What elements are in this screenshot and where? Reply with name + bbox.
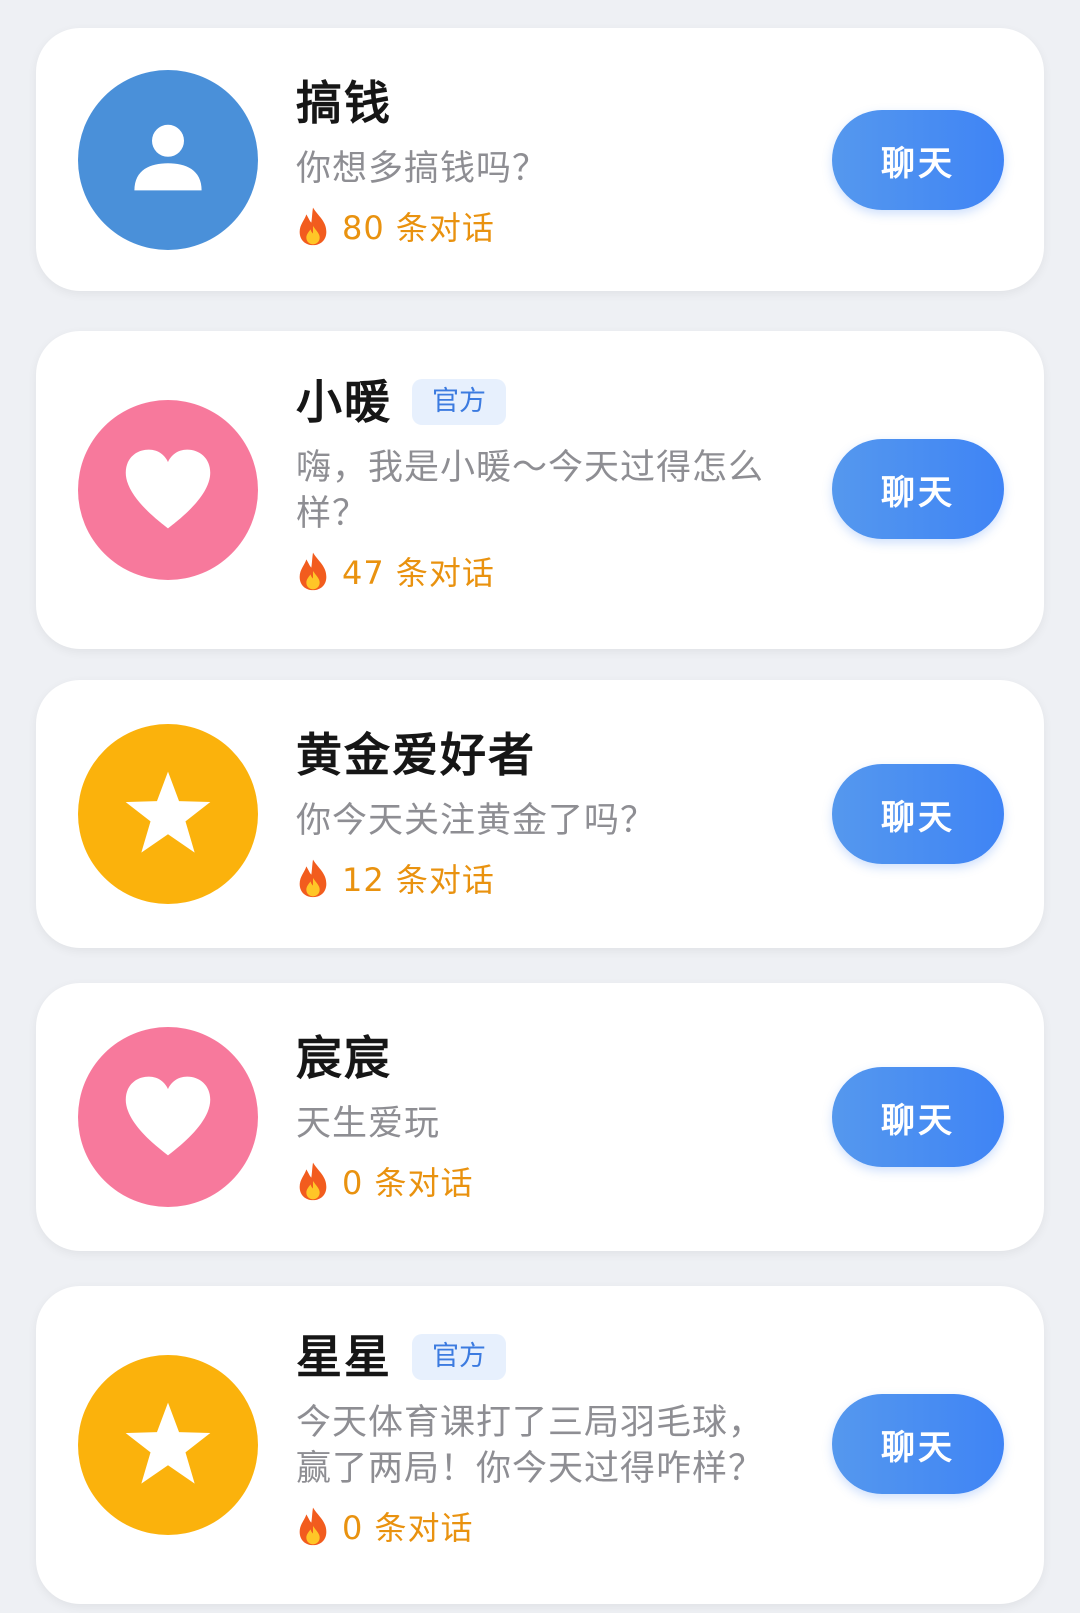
- fire-icon: [299, 207, 327, 246]
- assistant-description: 天生爱玩: [296, 1104, 441, 1144]
- title-row: 宸宸: [296, 1027, 796, 1089]
- official-badge: 官方: [412, 1334, 506, 1380]
- avatar: [78, 724, 258, 904]
- fire-icon: [299, 1507, 327, 1546]
- conversation-meta: 80 条对话: [296, 204, 796, 248]
- assistant-description: 你今天关注黄金了吗？: [296, 801, 657, 841]
- conversation-count: 80 条对话: [342, 209, 495, 247]
- card-info: 搞钱 你想多搞钱吗？ 80 条对话: [296, 72, 796, 248]
- assistant-list: 搞钱 你想多搞钱吗？ 80 条对话 聊天 小暖 官方 嗨，我是小暖～今天过得怎么…: [0, 0, 1080, 1613]
- fire-icon: [299, 552, 327, 591]
- star-icon: [125, 771, 211, 853]
- star-icon: [125, 1402, 211, 1484]
- card-info: 宸宸 天生爱玩 0 条对话: [296, 1027, 796, 1203]
- heart-icon: [125, 449, 211, 529]
- assistant-description: 嗨，我是小暖～今天过得怎么样？: [296, 448, 765, 534]
- assistant-card[interactable]: 星星 官方 今天体育课打了三局羽毛球，赢了两局！你今天过得咋样？ 0 条对话 聊…: [36, 1286, 1044, 1604]
- assistant-card[interactable]: 宸宸 天生爱玩 0 条对话 聊天: [36, 983, 1044, 1251]
- conversation-meta: 12 条对话: [296, 856, 796, 900]
- conversation-count: 0 条对话: [342, 1164, 474, 1202]
- chat-button[interactable]: 聊天: [832, 439, 1004, 539]
- avatar: [78, 1355, 258, 1535]
- assistant-name: 搞钱: [296, 76, 392, 130]
- assistant-name: 宸宸: [296, 1031, 392, 1085]
- assistant-name: 星星: [296, 1330, 392, 1384]
- assistant-name: 小暖: [296, 375, 392, 429]
- chat-button[interactable]: 聊天: [832, 764, 1004, 864]
- assistant-card[interactable]: 黄金爱好者 你今天关注黄金了吗？ 12 条对话 聊天: [36, 680, 1044, 948]
- fire-icon: [299, 1162, 327, 1201]
- title-row: 搞钱: [296, 72, 796, 134]
- conversation-count: 47 条对话: [342, 554, 495, 592]
- conversation-meta: 0 条对话: [296, 1159, 796, 1203]
- conversation-meta: 0 条对话: [296, 1504, 796, 1548]
- conversation-count: 0 条对话: [342, 1509, 474, 1547]
- avatar: [78, 1027, 258, 1207]
- card-info: 小暖 官方 嗨，我是小暖～今天过得怎么样？ 47 条对话: [296, 371, 796, 593]
- title-row: 星星 官方: [296, 1326, 796, 1388]
- title-row: 黄金爱好者: [296, 724, 796, 786]
- chat-button[interactable]: 聊天: [832, 1067, 1004, 1167]
- assistant-name: 黄金爱好者: [296, 728, 536, 782]
- heart-icon: [125, 1076, 211, 1156]
- person-icon: [134, 124, 202, 191]
- chat-button[interactable]: 聊天: [832, 110, 1004, 210]
- avatar: [78, 70, 258, 250]
- chat-button[interactable]: 聊天: [832, 1394, 1004, 1494]
- assistant-description: 你想多搞钱吗？: [296, 149, 549, 189]
- card-info: 星星 官方 今天体育课打了三局羽毛球，赢了两局！你今天过得咋样？ 0 条对话: [296, 1326, 796, 1548]
- official-badge: 官方: [412, 379, 506, 425]
- avatar: [78, 400, 258, 580]
- title-row: 小暖 官方: [296, 371, 796, 433]
- conversation-meta: 47 条对话: [296, 549, 796, 593]
- assistant-card[interactable]: 搞钱 你想多搞钱吗？ 80 条对话 聊天: [36, 28, 1044, 291]
- card-info: 黄金爱好者 你今天关注黄金了吗？ 12 条对话: [296, 724, 796, 900]
- conversation-count: 12 条对话: [342, 861, 495, 899]
- fire-icon: [299, 859, 327, 898]
- assistant-description: 今天体育课打了三局羽毛球，赢了两局！你今天过得咋样？: [296, 1403, 765, 1489]
- assistant-card[interactable]: 小暖 官方 嗨，我是小暖～今天过得怎么样？ 47 条对话 聊天: [36, 331, 1044, 649]
